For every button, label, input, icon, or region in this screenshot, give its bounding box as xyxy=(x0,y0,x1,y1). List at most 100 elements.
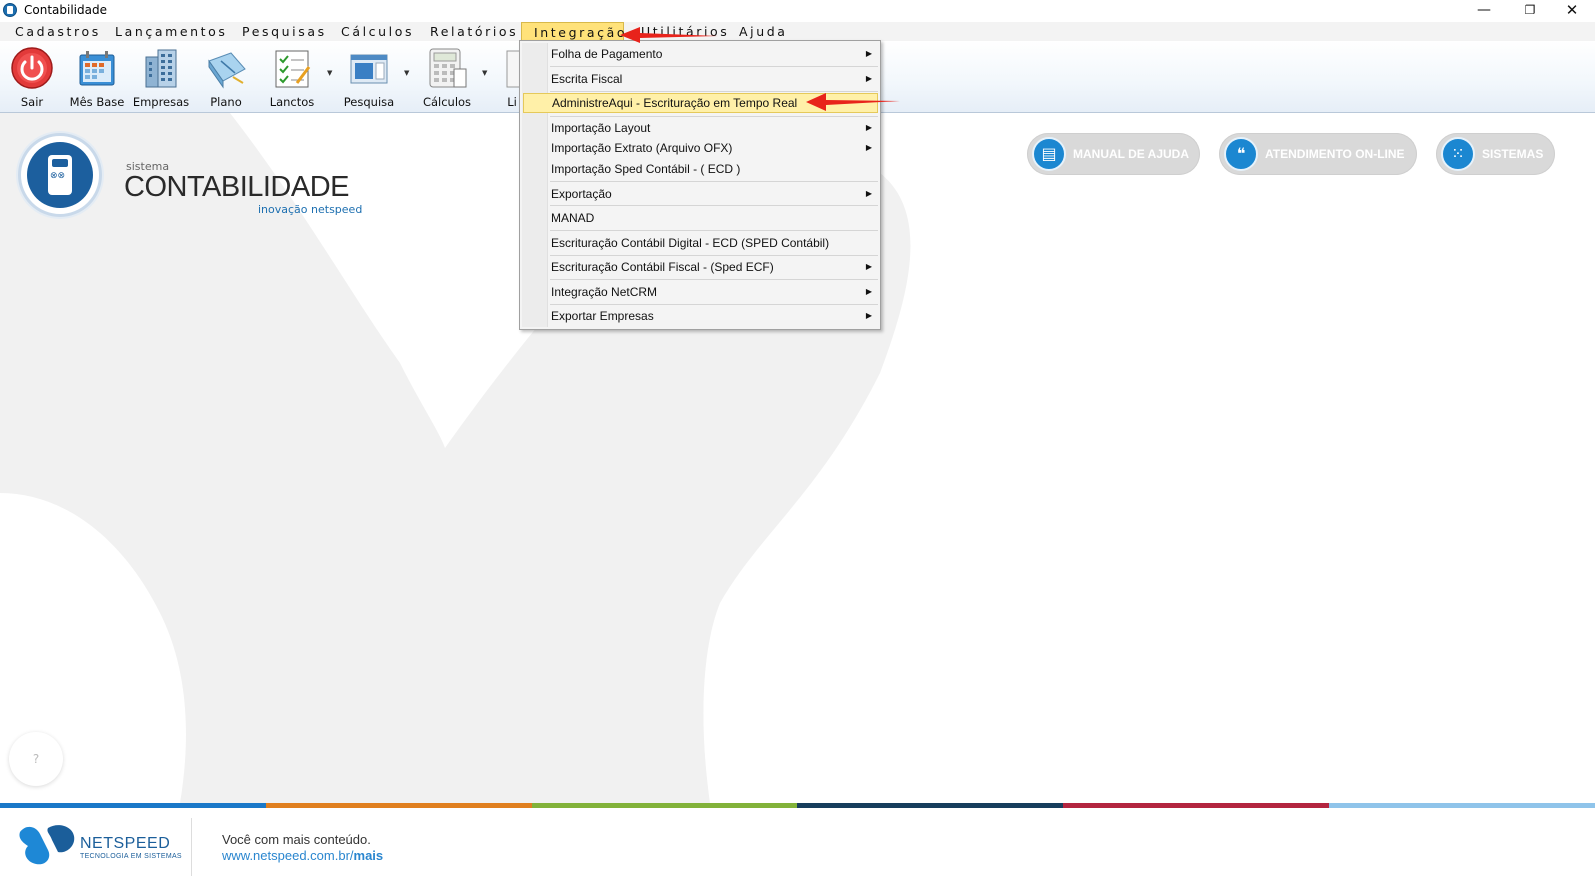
system-logo xyxy=(18,133,102,217)
menu-separator xyxy=(550,255,878,256)
sair-button[interactable]: Sair xyxy=(1,45,63,111)
atendimento-online-button[interactable]: ❝ ATENDIMENTO ON-LINE xyxy=(1219,133,1417,175)
close-button[interactable]: ✕ xyxy=(1549,0,1595,22)
submenu-arrow-icon: ▶ xyxy=(865,49,872,58)
power-icon xyxy=(11,47,53,89)
menu-item-folha-de-pagamento[interactable]: Folha de Pagamento ▶ xyxy=(550,44,878,64)
menu-item-importacao-extrato[interactable]: Importação Extrato (Arquivo OFX) ▶ xyxy=(550,138,878,158)
window-icon xyxy=(350,54,388,84)
menu-relatorios[interactable]: Relatórios xyxy=(424,22,524,41)
menu-item-label: Integração NetCRM xyxy=(551,285,658,299)
empresas-button[interactable]: Empresas xyxy=(130,45,192,111)
lanctos-dropdown-arrow[interactable]: ▼ xyxy=(327,69,332,77)
menu-gutter xyxy=(522,43,548,327)
menu-ajuda[interactable]: Ajuda xyxy=(733,22,794,41)
menu-lancamentos[interactable]: Lançamentos xyxy=(109,22,234,41)
help-button[interactable]: ? xyxy=(9,732,63,786)
footer: NETSPEED TECNOLOGIA EM SISTEMAS Você com… xyxy=(0,808,1595,895)
menu-item-label: Escrituração Contábil Fiscal - (Sped ECF… xyxy=(551,260,774,274)
calculos-dropdown-arrow[interactable]: ▼ xyxy=(482,69,487,77)
footer-divider xyxy=(191,818,192,876)
menu-item-sped-ecf[interactable]: Escrituração Contábil Fiscal - (Sped ECF… xyxy=(550,257,878,277)
mes-base-label: Mês Base xyxy=(69,95,125,109)
menu-item-exportacao[interactable]: Exportação ▶ xyxy=(550,184,878,204)
footer-link[interactable]: www.netspeed.com.br/mais xyxy=(222,848,383,863)
menu-bar: Cadastros Lançamentos Pesquisas Cálculos… xyxy=(0,22,1595,41)
menu-item-manad[interactable]: MANAD xyxy=(550,208,878,228)
title-bar: Contabilidade — ❐ ✕ xyxy=(0,0,1595,22)
red-arrow-annotation-icon xyxy=(806,93,900,111)
submenu-arrow-icon: ▶ xyxy=(865,262,872,271)
brand-title: CONTABILIDADE xyxy=(124,171,350,203)
footer-link-bold: mais xyxy=(353,848,384,863)
menu-item-label: Exportar Empresas xyxy=(551,309,654,323)
restore-button[interactable]: ❐ xyxy=(1507,0,1553,22)
checklist-icon xyxy=(275,50,311,88)
menu-item-importacao-layout[interactable]: Importação Layout ▶ xyxy=(550,118,878,138)
manual-de-ajuda-label: MANUAL DE AJUDA xyxy=(1073,147,1190,161)
lanctos-button[interactable]: Lanctos xyxy=(261,45,323,111)
book-icon: ▤ xyxy=(1032,137,1066,171)
brand-tagline: inovação netspeed xyxy=(258,203,363,216)
menu-calculos[interactable]: Cálculos xyxy=(335,22,420,41)
app-icon xyxy=(3,3,17,17)
menu-item-label: Escrituração Contábil Digital - ECD (SPE… xyxy=(551,236,830,250)
calculos-button[interactable]: Cálculos xyxy=(416,45,478,111)
menu-separator xyxy=(550,304,878,305)
menu-item-importacao-sped[interactable]: Importação Sped Contábil - ( ECD ) xyxy=(550,159,878,179)
pesquisa-button[interactable]: Pesquisa xyxy=(338,45,400,111)
calculator-icon xyxy=(429,48,467,88)
menu-item-label: AdministreAqui - Escrituração em Tempo R… xyxy=(552,96,798,110)
menu-separator xyxy=(550,66,878,67)
pesquisa-label: Pesquisa xyxy=(343,95,395,109)
menu-pesquisas[interactable]: Pesquisas xyxy=(236,22,333,41)
menu-item-label: Importação Sped Contábil - ( ECD ) xyxy=(551,162,741,176)
menu-separator xyxy=(550,230,878,231)
empresas-label: Empresas xyxy=(132,95,190,109)
netspeed-logo-icon xyxy=(19,825,75,865)
footer-message: Você com mais conteúdo. xyxy=(222,832,371,847)
menu-cadastros[interactable]: Cadastros xyxy=(9,22,107,41)
submenu-arrow-icon: ▶ xyxy=(865,143,872,152)
grid-icon: ⁙ xyxy=(1441,137,1475,171)
netspeed-subtitle: TECNOLOGIA EM SISTEMAS xyxy=(80,853,182,860)
menu-item-ecd[interactable]: Escrituração Contábil Digital - ECD (SPE… xyxy=(550,233,878,253)
chat-icon: ❝ xyxy=(1224,137,1258,171)
calendar-icon xyxy=(79,51,115,86)
sistemas-button[interactable]: ⁙ SISTEMAS xyxy=(1436,133,1555,175)
atendimento-online-label: ATENDIMENTO ON-LINE xyxy=(1265,147,1405,161)
menu-integracao[interactable]: Integração xyxy=(521,22,625,41)
footer-link-prefix: www.netspeed.com.br/ xyxy=(222,848,354,863)
integracao-dropdown-menu: Folha de Pagamento ▶ Escrita Fiscal ▶ Admi… xyxy=(519,40,881,330)
menu-item-label: Escrita Fiscal xyxy=(551,72,623,86)
sistemas-label: SISTEMAS xyxy=(1482,147,1544,161)
menu-item-integracao-netcrm[interactable]: Integração NetCRM ▶ xyxy=(550,282,878,302)
menu-separator xyxy=(550,279,878,280)
plano-label: Plano xyxy=(210,95,242,109)
plano-button[interactable]: Plano xyxy=(195,45,257,111)
mes-base-button[interactable]: Mês Base xyxy=(66,45,128,111)
menu-item-label: Importação Extrato (Arquivo OFX) xyxy=(551,141,733,155)
netspeed-name: NETSPEED xyxy=(80,835,171,852)
manual-de-ajuda-button[interactable]: ▤ MANUAL DE AJUDA xyxy=(1027,133,1200,175)
pesquisa-dropdown-arrow[interactable]: ▼ xyxy=(404,69,409,77)
notebook-icon xyxy=(208,52,246,89)
submenu-arrow-icon: ▶ xyxy=(865,123,872,132)
submenu-arrow-icon: ▶ xyxy=(865,311,872,320)
submenu-arrow-icon: ▶ xyxy=(865,189,872,198)
building-icon xyxy=(145,49,177,88)
calculos-label: Cálculos xyxy=(422,95,472,109)
minimize-button[interactable]: — xyxy=(1461,0,1507,22)
menu-separator xyxy=(550,116,878,117)
menu-item-escrita-fiscal[interactable]: Escrita Fiscal ▶ xyxy=(550,69,878,89)
menu-item-exportar-empresas[interactable]: Exportar Empresas ▶ xyxy=(550,306,878,326)
red-arrow-annotation-icon xyxy=(620,27,718,43)
menu-separator xyxy=(550,205,878,206)
menu-item-label: Importação Layout xyxy=(551,121,651,135)
menu-item-label: Exportação xyxy=(551,187,612,201)
lanctos-label: Lanctos xyxy=(269,95,315,109)
submenu-arrow-icon: ▶ xyxy=(865,74,872,83)
calculator-logo-icon xyxy=(48,155,72,195)
sair-label: Sair xyxy=(20,95,44,109)
menu-item-label: Folha de Pagamento xyxy=(551,47,663,61)
